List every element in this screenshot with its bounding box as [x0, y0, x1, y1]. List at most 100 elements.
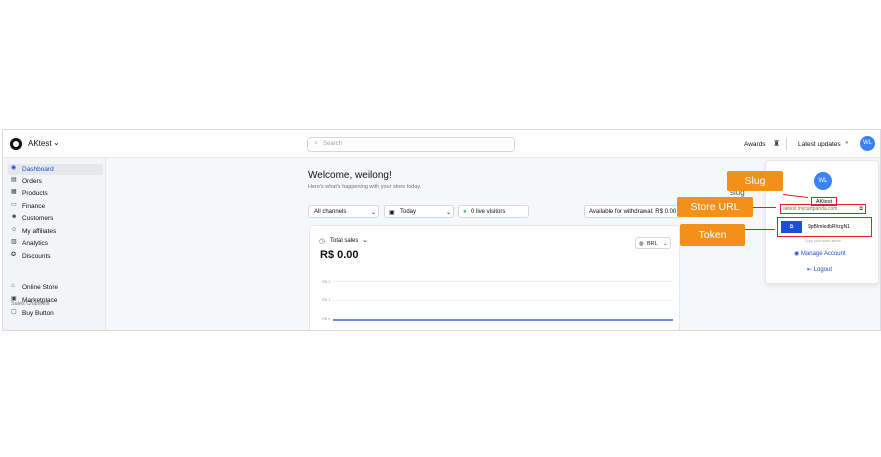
x-tick-mark: · [406, 324, 409, 328]
live-visitors-text: 0 live visitors [471, 209, 506, 215]
sidebar-item-label: Customers [22, 215, 54, 222]
x-tick-mark: · [673, 324, 675, 328]
x-tick-mark: · [392, 324, 394, 328]
card-title[interactable]: Total sales [330, 238, 358, 244]
app-logo[interactable] [10, 138, 22, 150]
clock-icon: ◷ [319, 238, 326, 245]
sidebar-item-label: Dashboard [22, 166, 54, 173]
callout-store-url: Store URL [677, 197, 753, 217]
y-tick-label: R$ 2 [322, 279, 331, 284]
sidebar-item-online-store[interactable]: ⌂ Online Store [8, 282, 103, 293]
x-tick-mark: · [658, 324, 660, 328]
total-sales-card: ◷ Total sales ⌄ R$ 0.00 ◍ BRL ⌄ R$ 2 R$ … [309, 225, 680, 330]
x-tick-mark: · [347, 324, 349, 328]
page-title: Welcome, weilong! [308, 170, 392, 181]
avatar: WL [814, 172, 832, 190]
x-tick-mark: · [333, 324, 335, 328]
live-dot-icon: ● [463, 209, 467, 215]
x-tick-mark: · [599, 324, 601, 328]
finance-icon: ▭ [11, 202, 17, 208]
sidebar-item-customers[interactable]: ☻ Customers [8, 213, 103, 224]
chevron-down-icon: ⌄ [663, 241, 668, 247]
copy-token-button[interactable]: ⧉ [781, 221, 802, 233]
currency-value: BRL [647, 241, 658, 247]
top-bar: AKtest ⌄ ⌕ Search Awards ♜ Latest update… [3, 130, 880, 158]
x-tick-mark: · [466, 324, 468, 328]
search-input[interactable]: ⌕ Search [307, 137, 515, 152]
sidebar-item-label: Orders [22, 178, 42, 185]
store-name[interactable]: AKtest [28, 139, 52, 148]
store-icon: ⌂ [11, 283, 15, 289]
app-window: AKtest ⌄ ⌕ Search Awards ♜ Latest update… [2, 129, 881, 331]
divider [786, 138, 787, 150]
search-placeholder: Search [323, 141, 343, 147]
x-tick-mark: · [362, 324, 364, 328]
x-tick-mark: · [525, 324, 527, 328]
latest-updates-link[interactable]: Latest updates [798, 141, 841, 148]
sidebar-item-label: Analytics [22, 240, 49, 247]
discounts-icon: ✪ [11, 252, 17, 258]
sidebar-item-orders[interactable]: ▤ Orders [8, 176, 103, 187]
products-icon: ▦ [11, 189, 17, 195]
logout-link[interactable]: ⇤ Logout [807, 266, 832, 273]
x-tick-mark: · [377, 324, 379, 328]
x-tick-mark: · [480, 324, 482, 328]
sidebar-item-label: Buy Button [22, 310, 54, 317]
bell-icon[interactable]: ● [845, 140, 849, 146]
chevron-down-icon[interactable]: ⌄ [53, 138, 60, 147]
sidebar-item-buy-button[interactable]: ▢ Buy Button [8, 308, 103, 319]
currency-select[interactable]: ◍ BRL ⌄ [635, 237, 671, 249]
user-icon: ◉ [794, 251, 800, 257]
trophy-icon[interactable]: ♜ [773, 139, 780, 148]
marketplace-icon: ▣ [11, 296, 17, 302]
analytics-icon: ▥ [11, 239, 17, 245]
sidebar-item-analytics[interactable]: ▥ Analytics [8, 238, 103, 249]
sidebar-item-products[interactable]: ▦ Products [8, 188, 103, 199]
chevron-down-icon[interactable]: ⌄ [362, 236, 368, 244]
avatar[interactable]: WL [860, 136, 875, 151]
sidebar-item-label: Discounts [22, 253, 51, 260]
date-select[interactable]: ▣ Today ⌄ [384, 205, 454, 218]
orders-icon: ▤ [11, 177, 17, 183]
manage-account-label: Manage Account [800, 251, 846, 257]
x-tick-mark: · [539, 324, 542, 328]
logout-icon: ⇤ [807, 267, 813, 273]
callout-token: Token [680, 224, 745, 246]
sidebar-item-label: Finance [22, 203, 46, 210]
gridline [333, 300, 673, 301]
channels-select[interactable]: All channels ⌄ [308, 205, 379, 218]
sidebar-item-label: My affiliates [22, 228, 57, 235]
total-sales-value: R$ 0.00 [320, 249, 359, 261]
chevron-down-icon: ⌄ [446, 210, 452, 216]
y-tick-label: R$ 1 [322, 297, 331, 302]
sidebar-item-marketplace[interactable]: ▣ Marketplace [8, 295, 103, 306]
sidebar-item-discounts[interactable]: ✪ Discounts [8, 251, 103, 262]
page-subtitle: Here's what's happening with your store … [308, 184, 422, 190]
x-tick-mark: · [643, 324, 645, 328]
token-value: 9pBImledbRhzgN1 [808, 224, 850, 230]
withdrawal-text: Available for withdrawal: R$ 0.00 [589, 209, 677, 215]
copy-icon[interactable]: ⧉ [859, 205, 863, 214]
withdrawal-badge[interactable]: Available for withdrawal: R$ 0.00 [584, 205, 681, 218]
x-tick-mark: · [554, 324, 556, 328]
sidebar-item-dashboard[interactable]: ◉ Dashboard [8, 164, 103, 175]
x-tick-mark: · [569, 324, 571, 328]
store-url-text: aktest.mycartpanda.com [783, 206, 838, 212]
token-field[interactable]: ⧉ 9pBImledbRhzgN1 [777, 217, 872, 237]
store-url[interactable]: aktest.mycartpanda.com ⧉ [780, 204, 866, 214]
x-tick-mark: · [584, 324, 586, 328]
sidebar-item-affiliates[interactable]: ☺ My affiliates [8, 226, 103, 237]
callout-slug: Slug [727, 171, 783, 191]
x-tick-mark: · [451, 324, 453, 328]
channels-select-value: All channels [314, 209, 347, 215]
manage-account-link[interactable]: ◉ Manage Account [794, 250, 846, 257]
callout-line [745, 229, 775, 230]
globe-icon: ◍ [639, 241, 644, 247]
sidebar-item-finance[interactable]: ▭ Finance [8, 201, 103, 212]
customers-icon: ☻ [11, 214, 18, 220]
x-tick-mark: · [628, 324, 630, 328]
buy-button-icon: ▢ [11, 309, 17, 315]
x-tick-mark: · [613, 324, 616, 328]
awards-link[interactable]: Awards [744, 141, 766, 148]
search-icon: ⌕ [314, 140, 318, 147]
